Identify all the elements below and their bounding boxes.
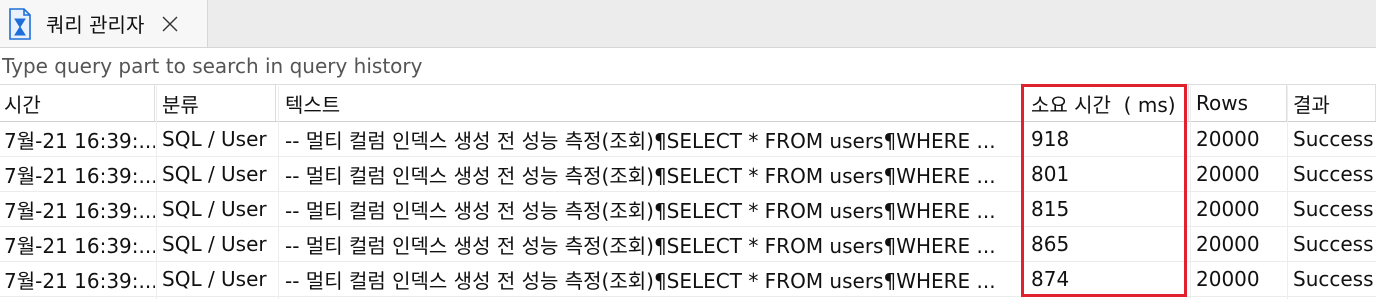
column-divider [156, 86, 157, 299]
cell-text: -- 멀티 컬럼 인덱스 생성 전 성능 측정(조회)¶SELECT * FRO… [285, 198, 996, 223]
cell-category: SQL / User [162, 267, 267, 291]
column-header-result[interactable]: 결과 [1289, 85, 1376, 121]
cell-result: Success [1293, 127, 1374, 151]
table-row[interactable]: 7월-21 16:39:... SQL / User -- 멀티 컬럼 인덱스 … [0, 122, 1376, 157]
search-input[interactable] [2, 54, 1362, 78]
cell-rows: 20000 [1196, 127, 1260, 151]
cell-time: 7월-21 16:39:... [4, 268, 155, 293]
table-header-row: 시간 분류 텍스트 소요 시간 ( ms) Rows 결과 [0, 85, 1376, 122]
cell-category: SQL / User [162, 197, 267, 221]
query-history-search [0, 48, 1376, 85]
cell-duration: 801 [1031, 162, 1070, 186]
cell-text: -- 멀티 컬럼 인덱스 생성 전 성능 측정(조회)¶SELECT * FRO… [285, 128, 996, 153]
column-header-text[interactable]: 텍스트 [281, 85, 1023, 121]
cell-result: Success [1293, 197, 1374, 221]
cell-duration: 918 [1031, 127, 1070, 151]
cell-category: SQL / User [162, 232, 267, 256]
cell-time: 7월-21 16:39:... [4, 198, 155, 223]
cell-rows: 20000 [1196, 197, 1260, 221]
cell-category: SQL / User [162, 162, 267, 186]
tab-bar: 쿼리 관리자 [0, 0, 1376, 48]
cell-duration: 815 [1031, 197, 1070, 221]
cell-rows: 20000 [1196, 162, 1260, 186]
column-header-category[interactable]: 분류 [158, 85, 276, 121]
column-header-duration[interactable]: 소요 시간 ( ms) [1027, 85, 1189, 121]
tab-title: 쿼리 관리자 [46, 13, 145, 37]
cell-time: 7월-21 16:39:... [4, 233, 155, 258]
table-row[interactable]: 7월-21 16:39:... SQL / User -- 멀티 컬럼 인덱스 … [0, 227, 1376, 262]
table-row[interactable]: 7월-21 16:39:... SQL / User -- 멀티 컬럼 인덱스 … [0, 262, 1376, 297]
cell-rows: 20000 [1196, 267, 1260, 291]
close-icon[interactable] [162, 16, 178, 32]
cell-text: -- 멀티 컬럼 인덱스 생성 전 성능 측정(조회)¶SELECT * FRO… [285, 233, 996, 258]
cell-time: 7월-21 16:39:... [4, 128, 155, 153]
cell-category: SQL / User [162, 127, 267, 151]
cell-result: Success [1293, 232, 1374, 256]
column-header-time[interactable]: 시간 [0, 85, 155, 121]
tab-query-manager[interactable]: 쿼리 관리자 [0, 0, 208, 47]
cell-duration: 874 [1031, 267, 1070, 291]
column-header-rows[interactable]: Rows [1192, 85, 1287, 121]
column-divider [278, 86, 279, 299]
cell-time: 7월-21 16:39:... [4, 163, 155, 188]
cell-result: Success [1293, 267, 1374, 291]
query-history-table: 시간 분류 텍스트 소요 시간 ( ms) Rows 결과 7월-21 16:3… [0, 85, 1376, 297]
column-divider [1287, 86, 1288, 299]
table-row[interactable]: 7월-21 16:39:... SQL / User -- 멀티 컬럼 인덱스 … [0, 192, 1376, 227]
cell-rows: 20000 [1196, 232, 1260, 256]
cell-text: -- 멀티 컬럼 인덱스 생성 전 성능 측정(조회)¶SELECT * FRO… [285, 268, 996, 293]
table-row[interactable]: 7월-21 16:39:... SQL / User -- 멀티 컬럼 인덱스 … [0, 157, 1376, 192]
hourglass-file-icon [9, 7, 31, 40]
cell-duration: 865 [1031, 232, 1070, 256]
column-divider [1190, 86, 1191, 299]
cell-text: -- 멀티 컬럼 인덱스 생성 전 성능 측정(조회)¶SELECT * FRO… [285, 163, 996, 188]
cell-result: Success [1293, 162, 1374, 186]
